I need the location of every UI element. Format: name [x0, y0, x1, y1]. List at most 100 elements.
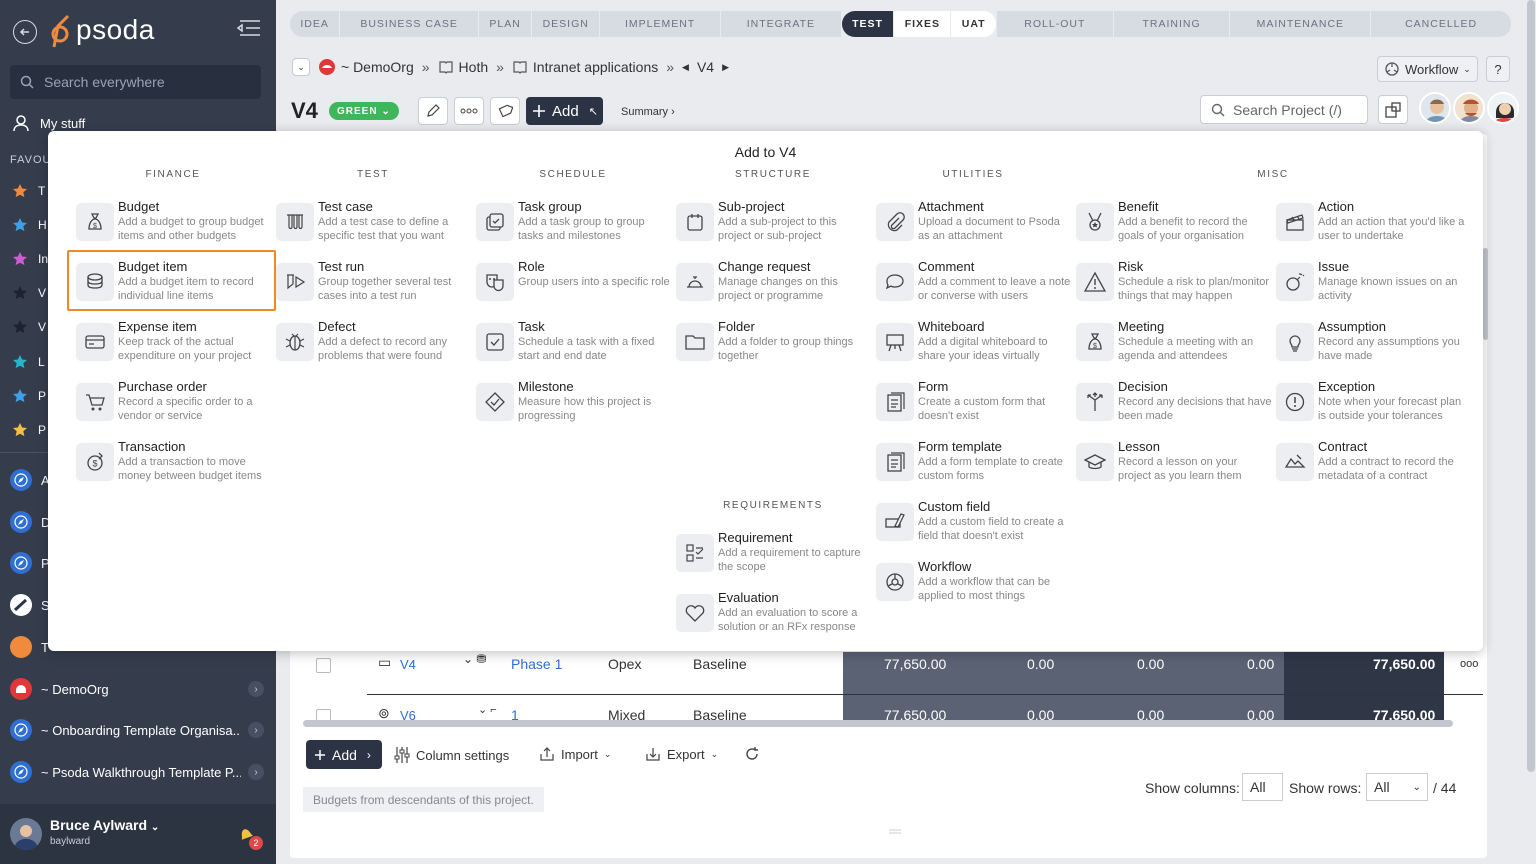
share-button[interactable]: [1378, 95, 1408, 124]
add-test-run[interactable]: Test run Group together several test case…: [276, 259, 476, 317]
add-attachment[interactable]: Attachment Upload a document to Psoda as …: [876, 199, 1076, 257]
phase-roll-out[interactable]: ROLL-OUT: [996, 11, 1114, 37]
phase-idea[interactable]: IDEA: [290, 11, 341, 37]
user-menu[interactable]: Bruce Aylward ⌄ baylward 2: [0, 804, 276, 864]
add-budget[interactable]: $ Budget Add a budget to group budget ite…: [76, 199, 276, 257]
refresh-icon[interactable]: [744, 746, 760, 762]
favourite-item[interactable]: T: [12, 181, 52, 201]
add-whiteboard[interactable]: Whiteboard Add a digital whiteboard to sh…: [876, 319, 1076, 377]
breadcrumb-dropdown[interactable]: ⌄: [292, 58, 310, 76]
add-workflow[interactable]: Workflow Add a workflow that can be appli…: [876, 559, 1076, 617]
expand-icon[interactable]: ⌄ ⛃: [463, 652, 486, 666]
phase-integrate[interactable]: INTEGRATE: [720, 11, 842, 37]
breadcrumb-item-hoth[interactable]: Hoth: [438, 59, 488, 75]
status-badge[interactable]: GREEN ⌄: [329, 102, 399, 120]
export-button[interactable]: Export ⌄: [645, 746, 718, 762]
member-avatar[interactable]: [1419, 92, 1451, 124]
table-row[interactable]: ▭ V4 ⌄ ⛃ Phase 1 Opex Baseline 77,650.00…: [300, 652, 1483, 692]
add-change-request[interactable]: Change request Manage changes on this pro…: [676, 259, 876, 317]
phase-test[interactable]: TEST: [841, 11, 895, 37]
phase-design[interactable]: DESIGN: [532, 11, 601, 37]
add-lesson[interactable]: Lesson Record a lesson on your project as…: [1076, 439, 1276, 497]
add-role[interactable]: Role Group users into a specific role: [476, 259, 676, 317]
favourite-item[interactable]: H: [12, 215, 52, 235]
help-button[interactable]: ?: [1486, 56, 1510, 82]
favourite-item[interactable]: In: [12, 249, 52, 269]
add-folder[interactable]: Folder Add a folder to group things toget…: [676, 319, 876, 377]
add-sub-project[interactable]: Sub-project Add a sub-project to this pro…: [676, 199, 876, 257]
psoda-logo[interactable]: psoda: [50, 12, 155, 48]
add-task[interactable]: Task Schedule a task with a fixed start a…: [476, 319, 676, 377]
add-task-group[interactable]: Task group Add a task group to group task…: [476, 199, 676, 257]
caret-left-icon[interactable]: ◀: [682, 62, 689, 73]
summary-link[interactable]: Summary ›: [621, 106, 675, 118]
favourite-item[interactable]: P: [12, 420, 52, 440]
workspace-item[interactable]: ~ Psoda Walkthrough Template P... ›: [10, 758, 268, 786]
phase-implement[interactable]: IMPLEMENT: [600, 11, 721, 37]
add-evaluation[interactable]: Evaluation Add an evaluation to score a s…: [676, 590, 876, 648]
phase-fixes[interactable]: FIXES: [894, 11, 952, 37]
add-meeting[interactable]: $ Meeting Schedule a meeting with an agen…: [1076, 319, 1276, 377]
add-risk[interactable]: Risk Schedule a risk to plan/monitor thin…: [1076, 259, 1276, 317]
global-search[interactable]: Search everywhere: [10, 65, 261, 99]
add-test-case[interactable]: Test case Add a test case to define a spe…: [276, 199, 476, 257]
phase-training[interactable]: TRAINING: [1113, 11, 1231, 37]
favourite-item[interactable]: L: [12, 352, 52, 372]
workflow-button[interactable]: Workflow ⌄: [1377, 56, 1478, 82]
add-defect[interactable]: Defect Add a defect to record any problem…: [276, 319, 476, 377]
import-button[interactable]: Import ⌄: [539, 746, 611, 762]
add-contract[interactable]: Contract Add a contract to record the met…: [1276, 439, 1476, 497]
add-form-template[interactable]: Form template Add a form template to crea…: [876, 439, 1076, 497]
member-avatar[interactable]: [1487, 92, 1519, 124]
more-button[interactable]: [454, 97, 484, 125]
menu-collapse-icon[interactable]: [236, 18, 262, 38]
phase-maintenance[interactable]: MAINTENANCE: [1230, 11, 1372, 37]
project-search-input[interactable]: Search Project (/): [1200, 95, 1368, 124]
panel-scrollbar[interactable]: [1483, 248, 1488, 340]
phase-cancelled[interactable]: CANCELLED: [1371, 11, 1512, 37]
add-button[interactable]: Add ↖: [526, 97, 603, 125]
back-icon[interactable]: [13, 20, 37, 44]
tag-button[interactable]: [490, 97, 520, 125]
add-decision[interactable]: Decision Record any decisions that have b…: [1076, 379, 1276, 437]
add-purchase-order[interactable]: Purchase order Record a specific order to…: [76, 379, 276, 437]
workspace-item[interactable]: ~ Onboarding Template Organisa... ›: [10, 716, 268, 744]
member-avatar[interactable]: [1453, 92, 1485, 124]
add-assumption[interactable]: Assumption Record any assumptions you hav…: [1276, 319, 1476, 377]
chevron-right-icon[interactable]: ›: [248, 764, 264, 780]
workspace-item[interactable]: ~ DemoOrg ›: [10, 675, 268, 703]
add-exception[interactable]: Exception Note when your forecast plan is…: [1276, 379, 1476, 437]
show-rows-select[interactable]: All ⌄: [1366, 773, 1428, 801]
breadcrumb-item-demoorg[interactable]: ~ DemoOrg: [318, 58, 414, 76]
phase-uat[interactable]: UAT: [951, 11, 997, 37]
page-scrollbar[interactable]: [1527, 0, 1535, 772]
row-menu-icon[interactable]: ooo: [1460, 658, 1478, 670]
phase-plan[interactable]: PLAN: [479, 11, 533, 37]
add-comment[interactable]: Comment Add a comment to leave a note or …: [876, 259, 1076, 317]
expand-icon[interactable]: ⌄ ⌐: [478, 703, 497, 716]
row-checkbox[interactable]: [316, 658, 331, 673]
add-form[interactable]: Form Create a custom form that doesn't ex…: [876, 379, 1076, 437]
breadcrumb-item-v4[interactable]: V4: [697, 59, 714, 75]
phase-business-case[interactable]: BUSINESS CASE: [340, 11, 480, 37]
chevron-right-icon[interactable]: ›: [248, 722, 264, 738]
add-issue[interactable]: Issue Manage known issues on an activity: [1276, 259, 1476, 317]
favourite-item[interactable]: V: [12, 317, 52, 337]
add-milestone[interactable]: Milestone Measure how this project is pro…: [476, 379, 676, 437]
favourite-item[interactable]: V: [12, 283, 52, 303]
show-columns-input[interactable]: All: [1242, 773, 1283, 801]
edit-button[interactable]: [418, 97, 448, 125]
caret-right-icon[interactable]: ▶: [722, 62, 729, 73]
add-transaction[interactable]: $ Transaction Add a transaction to move m…: [76, 439, 276, 497]
my-stuff-link[interactable]: My stuff: [12, 114, 85, 132]
chevron-right-icon[interactable]: ›: [248, 681, 264, 697]
column-settings-button[interactable]: Column settings: [394, 746, 509, 764]
favourite-item[interactable]: P: [12, 386, 52, 406]
add-requirement[interactable]: Requirement Add a requirement to capture …: [676, 530, 876, 588]
resize-grip-icon[interactable]: [888, 828, 902, 836]
breadcrumb-item-intranet[interactable]: Intranet applications: [512, 59, 658, 75]
add-budget-button[interactable]: Add ›: [306, 740, 382, 769]
add-expense-item[interactable]: Expense item Keep track of the actual exp…: [76, 319, 276, 377]
horizontal-scrollbar[interactable]: [303, 720, 1453, 727]
add-custom-field[interactable]: Custom field Add a custom field to create…: [876, 499, 1076, 557]
